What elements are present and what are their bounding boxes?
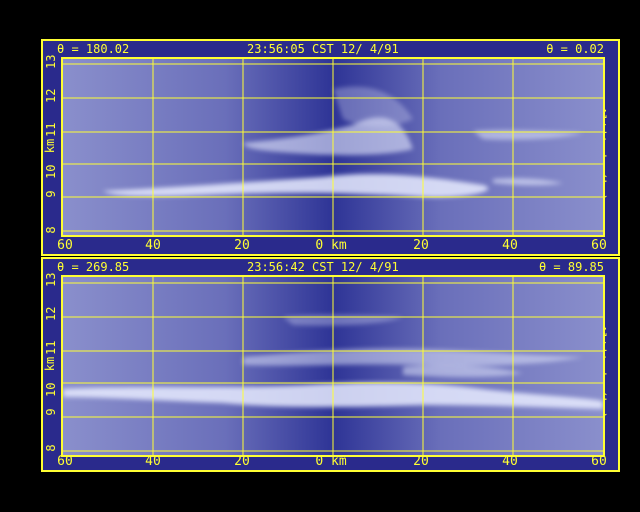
x-tick-40-left: 40 xyxy=(145,238,161,253)
y-tick-9: 9 xyxy=(44,408,58,416)
x-tick-20-right: 20 xyxy=(413,454,429,469)
x-tick-0: 0 km xyxy=(315,238,347,253)
y-tick-10: 10 xyxy=(44,382,58,397)
timestamp-label: 23:56:42 CST 12/ 4/91 xyxy=(247,260,399,274)
y-tick-10: 10 xyxy=(44,164,58,179)
lidar-panel-bottom: θ = 269.85 23:56:42 CST 12/ 4/91 θ = 89.… xyxy=(41,257,620,472)
lidar-image xyxy=(63,59,603,235)
y-tick-11: 11 xyxy=(44,340,58,355)
theta-left-label: θ = 269.85 xyxy=(57,260,130,274)
lidar-plot-area xyxy=(61,57,605,237)
y-tick-12: 12 xyxy=(44,88,58,103)
panel-header: θ = 269.85 23:56:42 CST 12/ 4/91 θ = 89.… xyxy=(43,259,618,275)
y-tick-8: 8 xyxy=(44,444,58,452)
y-tick-13: 13 xyxy=(44,272,58,287)
lidar-panel-top: θ = 180.02 23:56:05 CST 12/ 4/91 θ = 0.0… xyxy=(41,39,620,256)
x-tick-20-left: 20 xyxy=(234,454,250,469)
y-tick-11: 11 xyxy=(44,122,58,137)
lidar-plot-area xyxy=(61,275,605,457)
x-tick-60-right: 60 xyxy=(591,238,607,253)
y-tick-9: 9 xyxy=(44,190,58,198)
x-tick-60-left: 60 xyxy=(57,238,73,253)
y-tick-12: 12 xyxy=(44,306,58,321)
lidar-image xyxy=(63,277,603,455)
x-tick-40-left: 40 xyxy=(145,454,161,469)
panel-header: θ = 180.02 23:56:05 CST 12/ 4/91 θ = 0.0… xyxy=(43,41,618,57)
x-tick-40-right: 40 xyxy=(502,454,518,469)
theta-right-label: θ = 0.02 xyxy=(546,42,604,56)
y-axis-unit: km xyxy=(43,138,58,154)
y-tick-13: 13 xyxy=(44,54,58,69)
theta-right-label: θ = 89.85 xyxy=(538,260,604,274)
x-tick-60-left: 60 xyxy=(57,454,73,469)
x-tick-0: 0 km xyxy=(315,454,347,469)
x-tick-20-left: 20 xyxy=(234,238,250,253)
y-tick-8: 8 xyxy=(44,226,58,234)
timestamp-label: 23:56:05 CST 12/ 4/91 xyxy=(247,42,399,56)
y-axis-unit: km xyxy=(43,356,58,372)
x-tick-40-right: 40 xyxy=(502,238,518,253)
x-tick-60-right: 60 xyxy=(591,454,607,469)
x-tick-20-right: 20 xyxy=(413,238,429,253)
theta-left-label: θ = 180.02 xyxy=(57,42,130,56)
